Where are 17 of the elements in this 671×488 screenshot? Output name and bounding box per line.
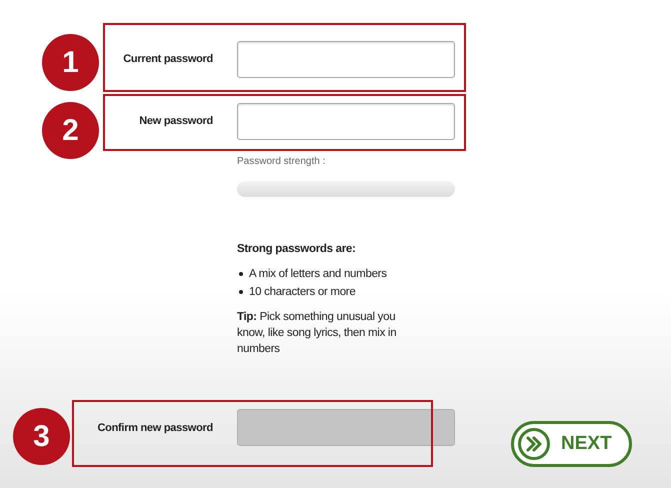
input-field[interactable] <box>237 41 455 78</box>
tips-heading: Strong passwords are: <box>237 242 357 257</box>
bullet-icon <box>239 290 243 294</box>
next-button[interactable]: NEXT <box>511 421 632 468</box>
step-badge: 2 <box>42 102 99 159</box>
bullet-text: 10 characters or more <box>249 285 356 300</box>
step-badge: 3 <box>13 408 70 465</box>
field-label: Confirm new password <box>97 420 213 436</box>
input-field[interactable] <box>237 103 455 140</box>
step-badge: 1 <box>42 34 99 91</box>
bullet-text: A mix of letters and numbers <box>249 267 387 282</box>
strength-label: Password strength : <box>237 155 326 169</box>
bullet-icon <box>239 272 243 276</box>
field-label: New password <box>139 114 213 130</box>
double-chevron-icon <box>517 427 551 462</box>
field-label: Current password <box>123 52 213 68</box>
tip-text: Tip: Pick something unusual you know, like song lyrics, then mix in numbers <box>237 310 398 358</box>
